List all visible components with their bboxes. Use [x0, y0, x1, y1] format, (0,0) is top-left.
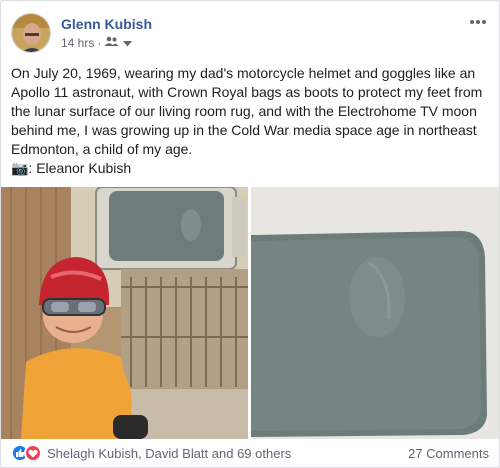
post-meta: 14 hrs ·	[61, 36, 133, 50]
photo-child-astronaut[interactable]	[1, 187, 248, 439]
photo-tv-screen[interactable]	[251, 187, 499, 439]
reactors-link[interactable]: Shelagh Kubish, David Blatt and 69 other…	[47, 446, 291, 461]
friends-icon[interactable]	[104, 36, 120, 50]
post-card: Glenn Kubish 14 hrs · On July 20, 1969, …	[0, 0, 500, 468]
avatar[interactable]	[11, 13, 51, 53]
comments-link[interactable]: 27 Comments	[408, 446, 489, 461]
more-options-button[interactable]	[469, 13, 487, 29]
love-reaction-icon[interactable]	[24, 444, 42, 462]
chevron-down-icon[interactable]	[123, 36, 133, 50]
meta-separator: ·	[97, 36, 102, 50]
author-name[interactable]: Glenn Kubish	[61, 16, 152, 32]
post-paragraph: On July 20, 1969, wearing my dad's motor…	[11, 65, 483, 157]
timestamp[interactable]: 14 hrs	[61, 36, 94, 50]
more-icon	[470, 20, 486, 24]
post-text: On July 20, 1969, wearing my dad's motor…	[11, 64, 493, 178]
post-footer: Shelagh Kubish, David Blatt and 69 other…	[1, 439, 499, 467]
post-header: Glenn Kubish 14 hrs ·	[11, 13, 491, 55]
photo-credit: 📷: Eleanor Kubish	[11, 160, 132, 176]
photo-grid	[1, 187, 499, 439]
